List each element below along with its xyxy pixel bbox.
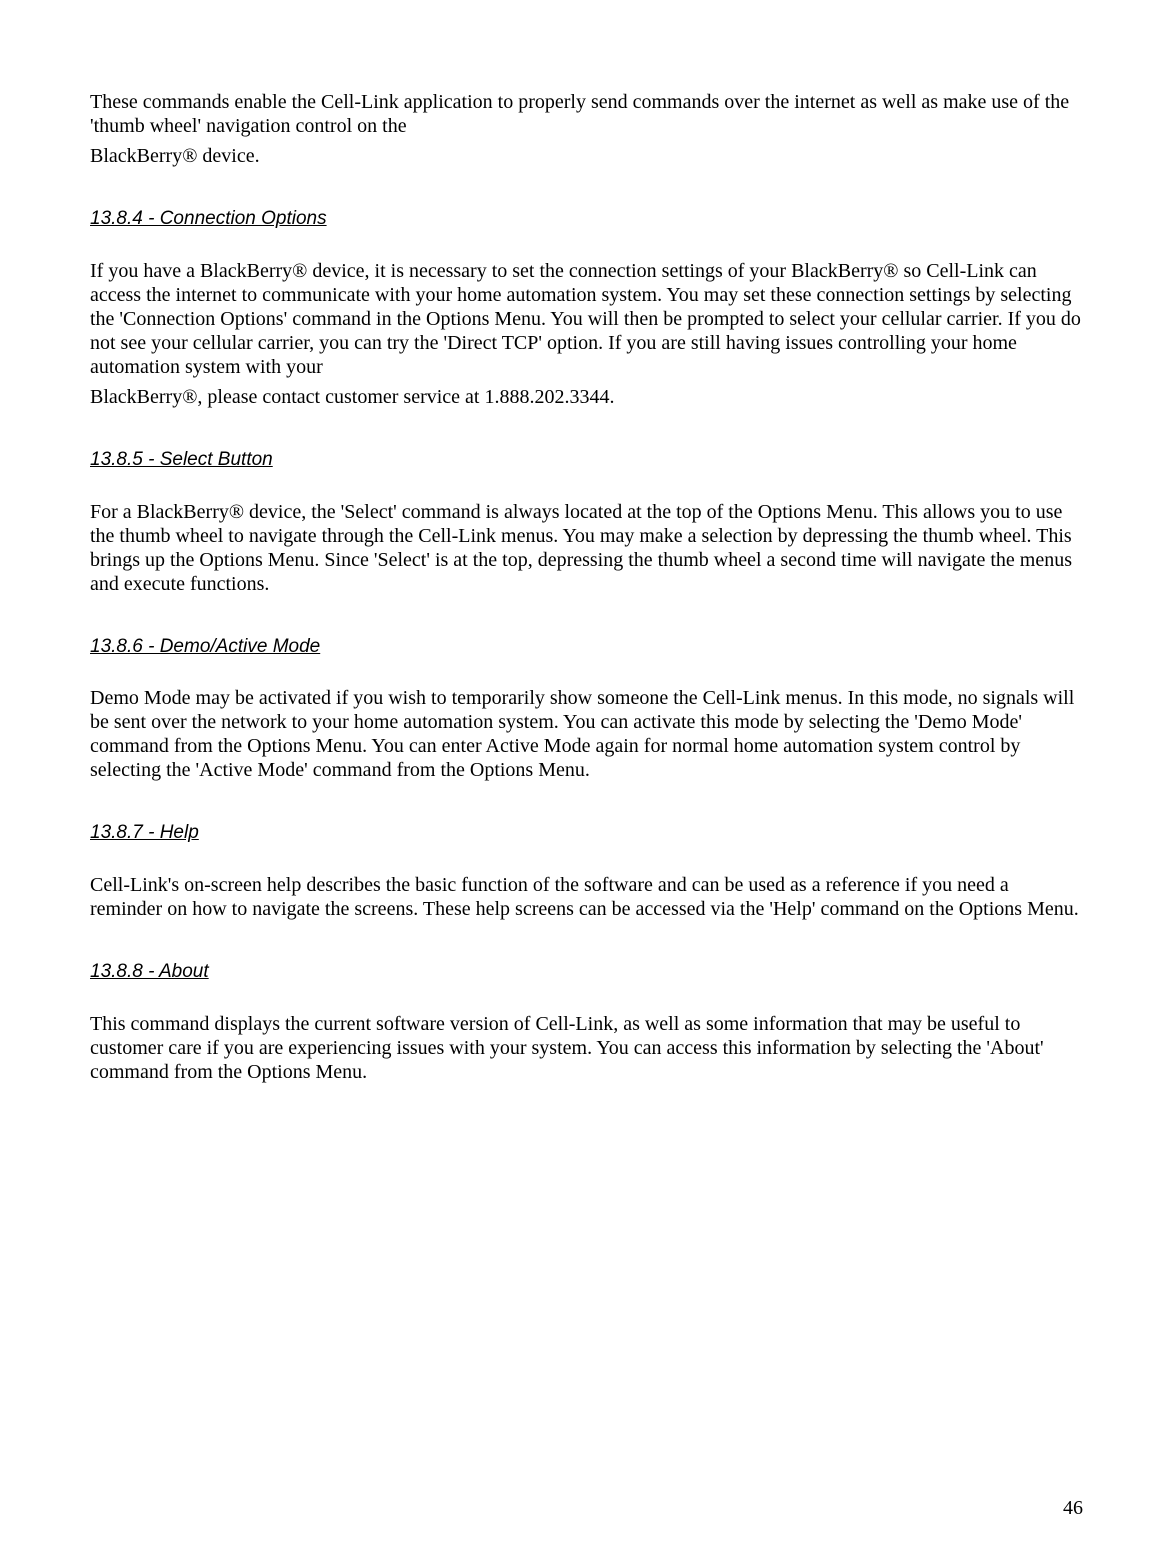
section-about-body: This command displays the current softwa… [90, 1012, 1083, 1084]
heading-help: 13.8.7 - Help [90, 822, 1083, 845]
section-connection-options-body: If you have a BlackBerry® device, it is … [90, 259, 1083, 409]
page-number: 46 [1063, 1496, 1083, 1520]
demo-active-mode-p1: Demo Mode may be activated if you wish t… [90, 686, 1083, 782]
heading-demo-active-mode: 13.8.6 - Demo/Active Mode [90, 636, 1083, 659]
about-p1: This command displays the current softwa… [90, 1012, 1083, 1084]
intro-line-1: These commands enable the Cell-Link appl… [90, 90, 1083, 138]
connection-options-p1: If you have a BlackBerry® device, it is … [90, 259, 1083, 379]
intro-paragraph: These commands enable the Cell-Link appl… [90, 90, 1083, 168]
intro-line-2: BlackBerry® device. [90, 144, 1083, 168]
section-help-body: Cell-Link's on-screen help describes the… [90, 873, 1083, 921]
connection-options-p2: BlackBerry®, please contact customer ser… [90, 385, 1083, 409]
section-select-button-body: For a BlackBerry® device, the 'Select' c… [90, 500, 1083, 596]
heading-about: 13.8.8 - About [90, 961, 1083, 984]
section-demo-active-mode-body: Demo Mode may be activated if you wish t… [90, 686, 1083, 782]
select-button-p1: For a BlackBerry® device, the 'Select' c… [90, 500, 1083, 596]
heading-select-button: 13.8.5 - Select Button [90, 449, 1083, 472]
heading-connection-options: 13.8.4 - Connection Options [90, 208, 1083, 231]
help-p1: Cell-Link's on-screen help describes the… [90, 873, 1083, 921]
